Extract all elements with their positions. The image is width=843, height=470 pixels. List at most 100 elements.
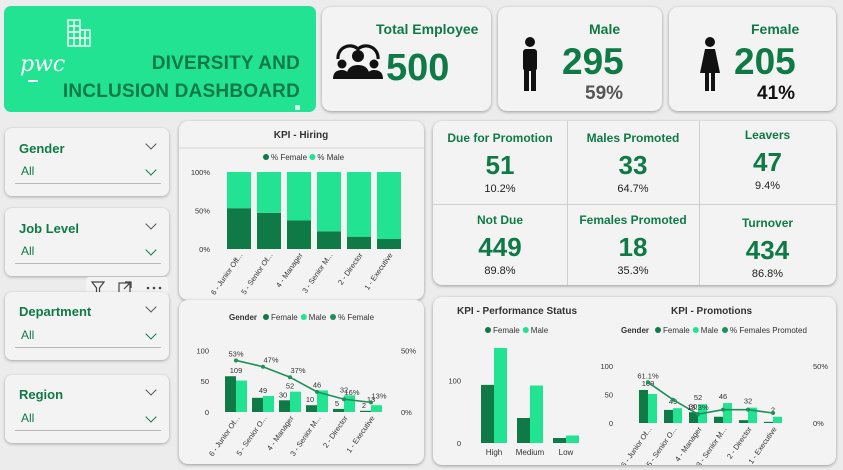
bar-value-label: 2 (362, 401, 366, 410)
male-card: Male 295 59% (498, 7, 662, 111)
performance-status-chart: KPI - Performance Status Female Male 0 100 Hi… (448, 306, 579, 457)
kpi-due-for-promotion: Due for Promotion 51 10.2% (433, 131, 567, 195)
bar-female (739, 420, 748, 423)
kpi-males-promoted: Males Promoted 33 64.7% (567, 131, 699, 195)
department-slicer[interactable]: Department All (5, 292, 169, 360)
y2-tick-label: 0% (401, 408, 412, 417)
male-icon (523, 37, 537, 91)
bar-female (664, 409, 673, 423)
bar-male (530, 385, 543, 443)
kpi-percent: 9.4% (754, 180, 781, 192)
legend-label: Female (493, 326, 520, 335)
kpi-value: 18 (618, 232, 648, 262)
promotion-kpi-grid: Due for Promotion 51 10.2% Males Promote… (433, 121, 836, 285)
legend-label: Male (309, 313, 327, 322)
bar-female (764, 421, 773, 423)
kpi-leavers: Leavers 47 9.4% (699, 128, 836, 192)
job-level-slicer[interactable]: Job Level All (5, 208, 169, 276)
line-pct-label: 61.1% (637, 371, 659, 380)
legend-label: % Female (338, 313, 375, 322)
x-tick-label: 1 - Executive (344, 414, 376, 455)
region-slicer[interactable]: Region All (5, 375, 169, 443)
female-card: Female 205 41% (669, 7, 836, 111)
bar-male (371, 405, 382, 412)
bar-female (306, 405, 317, 412)
line-point (342, 397, 346, 402)
title-line-1: DIVERSITY AND (151, 53, 300, 74)
bar-male (347, 172, 371, 237)
bar-female (279, 400, 290, 412)
line-pct-label: 47% (263, 356, 278, 365)
line-pct-label: 13% (371, 391, 386, 400)
bar-female (347, 236, 371, 249)
kpi-females-promoted: Females Promoted 18 35.3% (567, 213, 699, 277)
bar-female (333, 408, 344, 412)
kpi-label: Not Due (477, 213, 523, 227)
bar-total-label: 52 (694, 393, 702, 402)
x-tick-label: 4 - Manager (274, 251, 305, 290)
legend-marker (692, 327, 699, 333)
grid-divider (433, 204, 836, 205)
kpi-label: Due for Promotion (447, 131, 553, 145)
bar-female (714, 416, 723, 423)
legend-title: Gender (229, 313, 257, 322)
bar-value-label: 5 (335, 399, 339, 408)
x-tick-label: Low (559, 448, 574, 457)
x-tick-label: 4 - Manager (265, 414, 296, 453)
bar-male (648, 393, 657, 423)
line-point (746, 407, 750, 412)
gender-slicer[interactable]: Gender All (5, 128, 169, 196)
kpi-value: 449 (478, 232, 522, 262)
kpi-percent: 86.8% (751, 268, 784, 280)
legend-label: % Females Promoted (730, 326, 807, 335)
dashboard-header: pwc DIVERSITY AND INCLUSION DASHBOARD (4, 6, 316, 112)
region-slicer-label: Region (19, 387, 64, 402)
legend-marker (655, 327, 661, 333)
chevron-down-icon[interactable] (145, 218, 157, 230)
resize-handle[interactable] (295, 105, 300, 110)
line-pct-label: 53% (228, 349, 243, 358)
logo-underline (28, 80, 38, 82)
legend-title: Gender (621, 326, 649, 335)
bar-female (360, 410, 371, 412)
job-level-dropdown[interactable]: All (15, 241, 161, 264)
kpi-percent: 10.2% (484, 183, 516, 195)
chevron-down-icon[interactable] (145, 301, 157, 313)
bar-female (639, 389, 648, 423)
female-label: Female (751, 21, 800, 37)
female-icon (700, 37, 720, 91)
line-pct-label: 16% (344, 388, 359, 397)
female-value: 205 (734, 41, 796, 82)
pwc-logo: pwc (20, 52, 66, 77)
kpi-label: Leavers (744, 128, 791, 142)
department-dropdown[interactable]: All (15, 325, 161, 348)
region-dropdown[interactable]: All (15, 408, 161, 431)
line-point (315, 389, 319, 394)
chevron-down-icon[interactable] (145, 138, 157, 150)
male-percent: 59% (585, 83, 624, 104)
bar-female (225, 376, 236, 412)
more-options-icon[interactable] (146, 286, 162, 290)
line-point (696, 412, 700, 417)
building-icon (67, 19, 91, 47)
bar-female (227, 208, 251, 249)
gender-dropdown[interactable]: All (15, 161, 161, 184)
performance-promotions-card: KPI - Performance Status Female Male 0 100 Hi… (433, 297, 836, 465)
kpi-percent: 64.7% (617, 183, 649, 195)
x-tick-label: 1 - Executive (362, 251, 394, 292)
legend-marker (330, 314, 336, 320)
gender-slicer-label: Gender (19, 141, 65, 156)
legend-label: Female (663, 326, 690, 335)
kpi-value: 51 (485, 150, 515, 180)
bar-total-label: 46 (313, 380, 321, 389)
chevron-down-icon[interactable] (145, 384, 157, 396)
bar-male (566, 435, 579, 443)
legend-marker (309, 154, 316, 160)
kpi-label: Females Promoted (579, 213, 687, 227)
y-tick-label: 0 (205, 408, 209, 417)
kpi-turnover: Turnover 434 86.8% (699, 216, 836, 280)
male-value: 295 (562, 41, 624, 82)
bar-value-label: 10 (306, 395, 314, 404)
bar-female (287, 220, 311, 249)
bar-male (290, 391, 301, 412)
